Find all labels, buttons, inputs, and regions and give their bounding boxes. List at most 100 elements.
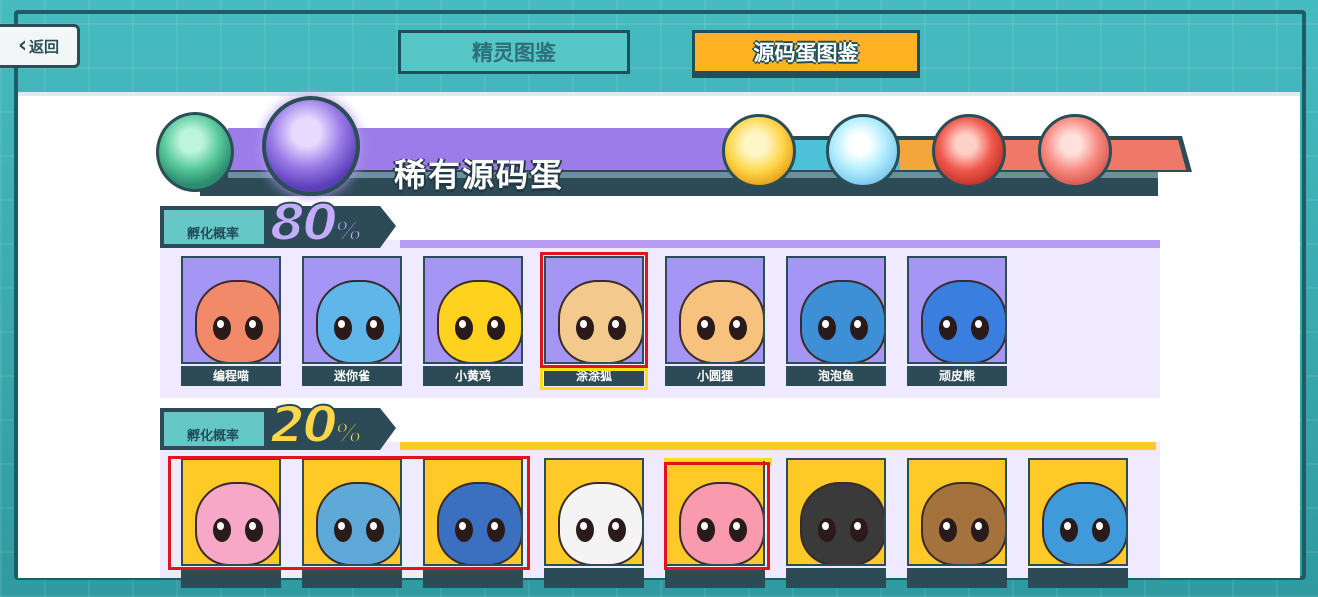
eye-icon bbox=[455, 518, 473, 542]
eye-icon bbox=[334, 316, 352, 340]
spirit-face-icon bbox=[800, 482, 884, 564]
spirit-portrait bbox=[544, 256, 644, 364]
spirit-card[interactable] bbox=[181, 458, 281, 588]
eye-icon bbox=[729, 518, 747, 542]
section-80-accent-line bbox=[400, 240, 1160, 248]
spirit-portrait bbox=[665, 458, 765, 566]
spirit-face-icon bbox=[679, 482, 763, 564]
eye-icon bbox=[576, 316, 594, 340]
gold-blue-egg-icon[interactable] bbox=[722, 114, 796, 188]
spirit-face-icon bbox=[316, 280, 400, 362]
eye-icon bbox=[697, 316, 715, 340]
spirit-portrait bbox=[544, 458, 644, 566]
spirit-name bbox=[302, 568, 402, 588]
rate-label: 孵化概率 bbox=[187, 227, 240, 242]
eye-icon bbox=[455, 316, 473, 340]
spirit-name: 小圆狸 bbox=[665, 366, 765, 386]
spirit-face-icon bbox=[558, 280, 642, 362]
spirit-face-icon bbox=[800, 280, 884, 362]
spirit-portrait bbox=[786, 256, 886, 364]
spirit-name: 泡泡鱼 bbox=[786, 366, 886, 386]
red-gold-egg-icon[interactable] bbox=[932, 114, 1006, 188]
eye-icon bbox=[608, 316, 626, 340]
eye-icon bbox=[939, 316, 957, 340]
spirit-card[interactable] bbox=[907, 458, 1007, 588]
eye-icon bbox=[213, 518, 231, 542]
rate-value: 20% bbox=[269, 396, 363, 454]
rate-label: 孵化概率 bbox=[187, 429, 240, 444]
spirit-card[interactable]: 编程喵 bbox=[181, 256, 281, 386]
spirit-name: 小黄鸡 bbox=[423, 366, 523, 386]
spirit-name bbox=[665, 568, 765, 588]
spirit-card[interactable]: 泡泡鱼 bbox=[786, 256, 886, 386]
eye-icon bbox=[334, 518, 352, 542]
spirit-name bbox=[786, 568, 886, 588]
eye-icon bbox=[850, 316, 868, 340]
spirit-card[interactable] bbox=[665, 458, 765, 588]
spirit-face-icon bbox=[921, 482, 1005, 564]
eye-icon bbox=[366, 316, 384, 340]
spirit-portrait bbox=[423, 256, 523, 364]
spirit-name bbox=[181, 568, 281, 588]
eye-icon bbox=[971, 518, 989, 542]
rate-value: 80% bbox=[269, 194, 363, 252]
green-egg-icon[interactable] bbox=[156, 112, 234, 192]
banner-title: 稀有源码蛋 bbox=[394, 156, 565, 194]
spirit-card[interactable] bbox=[786, 458, 886, 588]
spirit-name bbox=[423, 568, 523, 588]
spirit-card[interactable]: 小黄鸡 bbox=[423, 256, 523, 386]
eye-icon bbox=[729, 316, 747, 340]
eye-icon bbox=[245, 518, 263, 542]
eye-icon bbox=[608, 518, 626, 542]
spirit-card[interactable]: 涂涂狐 bbox=[544, 256, 644, 386]
spirit-name: 顽皮熊 bbox=[907, 366, 1007, 386]
spirit-face-icon bbox=[195, 280, 279, 362]
eye-icon bbox=[850, 518, 868, 542]
spirit-portrait bbox=[907, 458, 1007, 566]
spirit-face-icon bbox=[316, 482, 400, 564]
eye-icon bbox=[487, 316, 505, 340]
spirit-card[interactable] bbox=[1028, 458, 1128, 588]
spirit-name bbox=[544, 568, 644, 588]
eye-icon bbox=[1060, 518, 1078, 542]
eye-icon bbox=[697, 518, 715, 542]
spirit-portrait bbox=[181, 458, 281, 566]
spirit-name: 迷你雀 bbox=[302, 366, 402, 386]
spirit-portrait bbox=[907, 256, 1007, 364]
spirit-face-icon bbox=[1042, 482, 1126, 564]
eye-icon bbox=[939, 518, 957, 542]
spirit-face-icon bbox=[679, 280, 763, 362]
spirit-face-icon bbox=[437, 482, 521, 564]
purple-egg-icon[interactable] bbox=[262, 96, 360, 196]
spirit-card[interactable]: 迷你雀 bbox=[302, 256, 402, 386]
spirit-portrait bbox=[786, 458, 886, 566]
spirit-portrait bbox=[302, 256, 402, 364]
spirit-face-icon bbox=[195, 482, 279, 564]
spirit-portrait bbox=[1028, 458, 1128, 566]
spirit-card[interactable] bbox=[544, 458, 644, 588]
spirit-name bbox=[1028, 568, 1128, 588]
spirit-card[interactable]: 顽皮熊 bbox=[907, 256, 1007, 386]
spirit-card[interactable]: 小圆狸 bbox=[665, 256, 765, 386]
spirit-portrait bbox=[423, 458, 523, 566]
spirit-name: 涂涂狐 bbox=[544, 366, 644, 386]
eye-icon bbox=[366, 518, 384, 542]
spirit-portrait bbox=[302, 458, 402, 566]
spirit-face-icon bbox=[921, 280, 1005, 362]
rainbow-egg-icon[interactable] bbox=[826, 114, 900, 188]
eye-icon bbox=[245, 316, 263, 340]
spirit-card[interactable] bbox=[423, 458, 523, 588]
eye-icon bbox=[971, 316, 989, 340]
spirit-face-icon bbox=[558, 482, 642, 564]
spirit-face-icon bbox=[437, 280, 521, 362]
eye-icon bbox=[1092, 518, 1110, 542]
special-red-egg-icon[interactable] bbox=[1038, 114, 1112, 188]
eye-icon bbox=[576, 518, 594, 542]
eye-icon bbox=[213, 316, 231, 340]
section-20-accent-line bbox=[400, 442, 1156, 450]
eye-icon bbox=[818, 316, 836, 340]
spirit-card[interactable] bbox=[302, 458, 402, 588]
spirit-portrait bbox=[181, 256, 281, 364]
spirit-portrait bbox=[665, 256, 765, 364]
eye-icon bbox=[487, 518, 505, 542]
